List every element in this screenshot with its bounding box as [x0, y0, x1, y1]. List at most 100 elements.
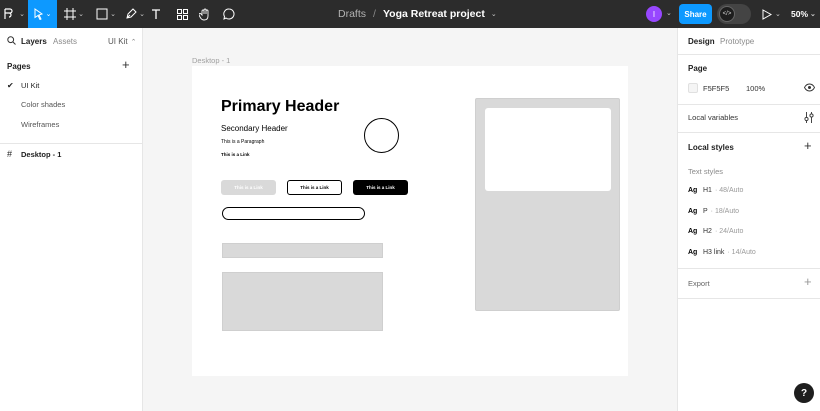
- style-name: H3 link: [703, 248, 725, 256]
- add-page-button[interactable]: +: [122, 58, 130, 71]
- hand-tool-button[interactable]: [196, 0, 214, 28]
- local-variables-label[interactable]: Local variables: [688, 113, 738, 122]
- components-tool-button[interactable]: [173, 0, 191, 28]
- text-style-item[interactable]: Ag H3 link · 14/Auto: [688, 246, 756, 258]
- page-item-color-shades[interactable]: Color shades: [0, 95, 143, 113]
- shape-tool-button[interactable]: ⌄: [92, 0, 120, 28]
- left-panel-tabs: Layers Assets UI Kit ⌃: [0, 28, 143, 54]
- page-color-swatch[interactable]: [688, 83, 698, 93]
- frame-tool-button[interactable]: ⌄: [60, 0, 88, 28]
- style-meta: · 48/Auto: [714, 186, 744, 194]
- main-menu-button[interactable]: ⌄: [0, 0, 28, 28]
- text-tool-icon: [152, 8, 160, 19]
- page-item-ui-kit[interactable]: ✔ UI Kit: [0, 76, 143, 94]
- paragraph-text[interactable]: This is a Paragraph: [221, 139, 264, 145]
- style-meta: · 24/Auto: [714, 227, 744, 235]
- text-style-item[interactable]: Ag H1 · 48/Auto: [688, 184, 743, 196]
- file-name[interactable]: Yoga Retreat project: [383, 8, 485, 20]
- add-export-button[interactable]: +: [804, 275, 812, 288]
- page-color-value[interactable]: F5F5F5: [703, 84, 729, 93]
- chevron-down-icon: ⌄: [810, 11, 816, 18]
- card-image-placeholder[interactable]: [485, 108, 611, 191]
- divider: [678, 298, 820, 299]
- chevron-down-icon: ⌄: [45, 11, 52, 18]
- frame-label[interactable]: Desktop - 1: [192, 56, 230, 65]
- text-style-item[interactable]: Ag P · 18/Auto: [688, 205, 739, 217]
- breadcrumb-separator: /: [373, 8, 376, 20]
- card-shape[interactable]: [475, 98, 620, 311]
- zoom-dropdown[interactable]: 50% ⌄: [791, 0, 816, 28]
- check-icon: ✔: [7, 80, 14, 90]
- page-opacity-value[interactable]: 100%: [746, 84, 765, 93]
- primary-button[interactable]: This is a Link: [353, 180, 408, 195]
- present-icon: [762, 8, 772, 20]
- link-text[interactable]: This is a Link: [221, 152, 250, 157]
- layer-item-label: Desktop - 1: [21, 149, 62, 159]
- tab-assets[interactable]: Assets: [53, 37, 77, 46]
- library-label: UI Kit: [108, 37, 128, 46]
- present-button[interactable]: ⌄: [762, 0, 781, 28]
- chevron-down-icon: ⌄: [110, 11, 116, 18]
- add-style-button[interactable]: +: [804, 139, 812, 152]
- move-tool-button[interactable]: ⌄: [28, 0, 57, 28]
- text-tool-button[interactable]: [147, 0, 165, 28]
- breadcrumb-drafts-link[interactable]: Drafts: [338, 8, 366, 20]
- frame-tool-icon: [64, 8, 77, 20]
- text-style-item[interactable]: Ag H2 · 24/Auto: [688, 225, 743, 237]
- style-sample: Ag: [688, 248, 698, 256]
- outline-button[interactable]: This is a Link: [287, 180, 342, 195]
- chevron-down-icon: ⌄: [139, 11, 145, 18]
- components-icon: [176, 8, 188, 20]
- page-item-label: Wireframes: [21, 119, 60, 129]
- placeholder-block[interactable]: [222, 272, 383, 331]
- chevron-down-icon: ⌄: [775, 11, 781, 18]
- chevron-down-icon[interactable]: ⌄: [491, 10, 497, 18]
- top-toolbar: ⌄ ⌄ ⌄ ⌄ ⌄ Drafts / Yoga Retreat project …: [0, 0, 820, 28]
- search-icon[interactable]: [7, 36, 16, 45]
- local-styles-heading: Local styles: [688, 143, 734, 152]
- style-meta: · 18/Auto: [710, 207, 740, 215]
- disabled-button[interactable]: This is a Link: [221, 180, 276, 195]
- divider: [678, 54, 820, 55]
- layer-item-desktop-1[interactable]: # Desktop - 1: [0, 145, 143, 163]
- tab-prototype[interactable]: Prototype: [720, 37, 754, 46]
- style-meta: · 14/Auto: [727, 248, 756, 256]
- layers-panel: Layers Assets UI Kit ⌃ Pages + ✔ UI Kit C…: [0, 28, 143, 411]
- tab-design[interactable]: Design: [688, 37, 715, 46]
- secondary-header[interactable]: Secondary Header: [221, 124, 288, 133]
- text-styles-heading: Text styles: [688, 167, 724, 176]
- zoom-level: 50%: [791, 9, 809, 19]
- avatar[interactable]: I: [646, 6, 662, 22]
- breadcrumb: Drafts / Yoga Retreat project ⌄: [338, 0, 497, 28]
- style-name: H1: [703, 186, 712, 194]
- dev-mode-icon: </>: [719, 6, 735, 22]
- variables-settings-icon[interactable]: [804, 112, 814, 123]
- divider: [678, 132, 820, 133]
- comment-icon: [223, 8, 235, 20]
- divider: [0, 143, 143, 144]
- input-pill-shape[interactable]: [222, 207, 365, 220]
- chevron-down-icon[interactable]: ⌄: [666, 9, 672, 17]
- style-name: H2: [703, 227, 712, 235]
- primary-header[interactable]: Primary Header: [221, 98, 339, 116]
- chevron-down-icon: ⌄: [19, 11, 25, 18]
- frame-icon: #: [7, 149, 13, 159]
- placeholder-bar[interactable]: [222, 243, 383, 258]
- page-item-wireframes[interactable]: Wireframes: [0, 115, 143, 133]
- dev-mode-toggle[interactable]: </>: [717, 4, 751, 24]
- comment-tool-button[interactable]: [220, 0, 238, 28]
- eye-icon[interactable]: [804, 83, 815, 92]
- share-button[interactable]: Share: [679, 4, 712, 24]
- pen-tool-button[interactable]: ⌄: [121, 0, 149, 28]
- export-label: Export: [688, 279, 710, 288]
- pen-tool-icon: [126, 8, 137, 19]
- style-sample: Ag: [688, 186, 698, 194]
- style-name: P: [703, 207, 708, 215]
- divider: [678, 104, 820, 105]
- library-dropdown[interactable]: UI Kit ⌃: [108, 37, 136, 46]
- tab-layers[interactable]: Layers: [21, 37, 47, 46]
- pages-heading: Pages: [7, 62, 31, 71]
- main-menu-icon: [4, 8, 13, 19]
- help-button[interactable]: ?: [794, 383, 814, 403]
- circle-shape[interactable]: [364, 118, 399, 153]
